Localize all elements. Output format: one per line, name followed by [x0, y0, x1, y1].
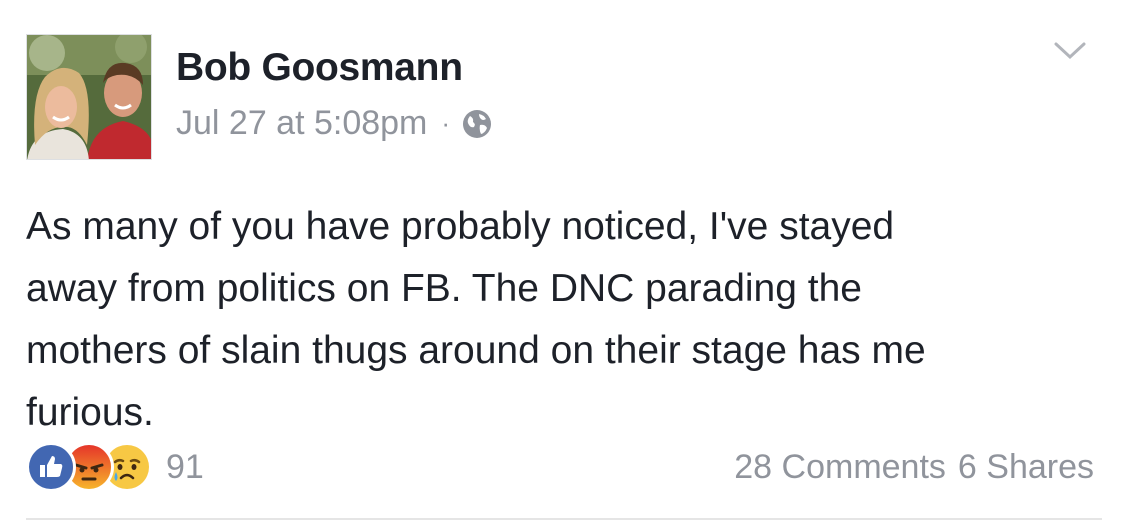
chevron-down-icon[interactable] [1053, 40, 1087, 62]
comments-count[interactable]: 28 Comments [734, 448, 946, 487]
like-icon [26, 442, 76, 492]
post-meta: Jul 27 at 5:08pm · [176, 104, 492, 143]
reaction-count: 91 [166, 447, 204, 486]
avatar-photo [27, 35, 151, 159]
globe-icon[interactable] [462, 109, 492, 139]
post-text: As many of you have probably noticed, I'… [26, 205, 926, 434]
author-name[interactable]: Bob Goosmann [176, 46, 463, 90]
shares-count[interactable]: 6 Shares [958, 448, 1094, 487]
divider [26, 518, 1102, 520]
post-stats: 28 Comments 6 Shares [734, 448, 1094, 487]
meta-separator: · [441, 108, 451, 138]
timestamp[interactable]: Jul 27 at 5:08pm [176, 104, 427, 143]
avatar[interactable] [26, 34, 152, 160]
reactions-summary[interactable]: 91 [26, 442, 204, 492]
